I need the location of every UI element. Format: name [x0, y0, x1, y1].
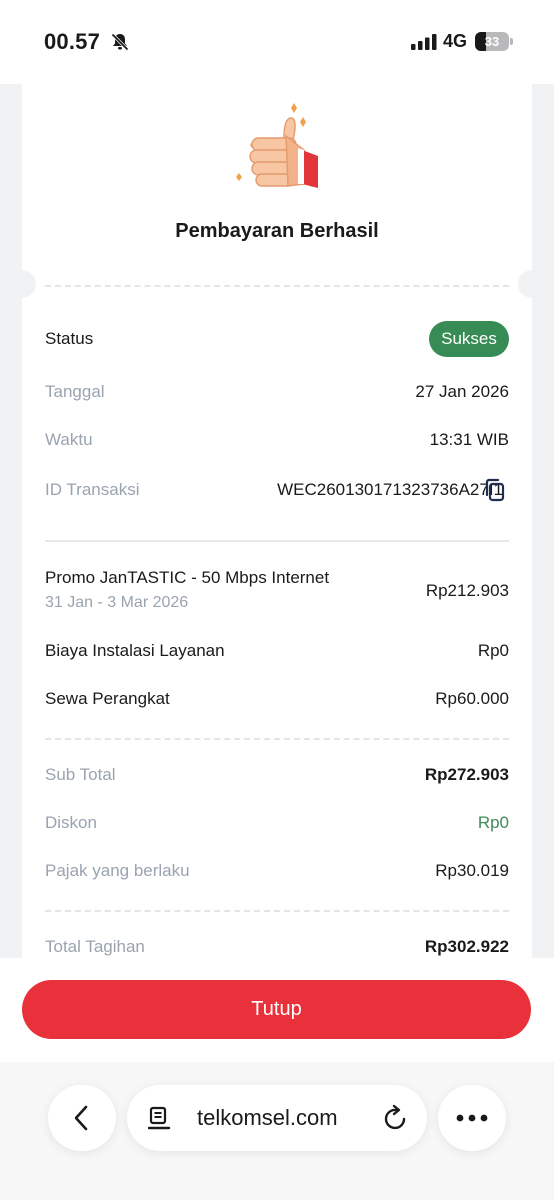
discount-label: Diskon: [45, 813, 97, 832]
bell-mute-icon: [111, 33, 129, 51]
total-value: Rp302.922: [424, 937, 509, 956]
copy-icon[interactable]: [484, 478, 506, 502]
transaction-id-value: WEC260130171323736A27I1: [277, 480, 503, 499]
section-divider: [45, 540, 509, 542]
item-device-rental-value: Rp60.000: [435, 689, 509, 708]
url-text[interactable]: telkomsel.com: [197, 1105, 338, 1131]
ticket-notch-right: [518, 270, 546, 298]
tax-value: Rp30.019: [435, 861, 509, 880]
time-label: Waktu: [45, 430, 93, 449]
close-button[interactable]: Tutup: [22, 980, 531, 1039]
ticket-notch-left: [8, 270, 36, 298]
back-button[interactable]: [48, 1085, 116, 1151]
signal-icon: [411, 34, 437, 50]
discount-value: Rp0: [477, 813, 509, 832]
item-promo-period: 31 Jan - 3 Mar 2026: [45, 594, 189, 611]
reload-icon[interactable]: [383, 1104, 409, 1132]
more-button[interactable]: [438, 1085, 506, 1151]
subtotal-value: Rp272.903: [424, 765, 509, 784]
section-divider: [45, 910, 509, 912]
network-type: 4G: [443, 31, 468, 51]
subtotal-label: Sub Total: [45, 765, 116, 784]
section-divider: [45, 738, 509, 740]
more-icon: [456, 1114, 488, 1122]
ticket-divider: [45, 285, 509, 287]
date-value: 27 Jan 2026: [415, 382, 509, 401]
reader-icon[interactable]: [148, 1106, 172, 1132]
tax-label: Pajak yang berlaku: [45, 861, 190, 880]
status-label: Status: [45, 329, 94, 348]
battery-icon: 33: [475, 32, 513, 51]
receipt-card: [22, 84, 532, 958]
item-installation-value: Rp0: [477, 641, 509, 660]
date-label: Tanggal: [45, 382, 105, 401]
transaction-id-label: ID Transaksi: [45, 480, 140, 499]
item-promo-label: Promo JanTASTIC - 50 Mbps Internet: [45, 568, 330, 587]
thumbs-up-icon: [236, 103, 318, 188]
time-value: 13:31 WIB: [429, 430, 509, 449]
status-bar: 00.57 4G 33: [0, 0, 554, 84]
status-badge: Sukses: [429, 321, 509, 357]
total-label: Total Tagihan: [45, 937, 145, 956]
item-installation-label: Biaya Instalasi Layanan: [45, 641, 225, 660]
item-device-rental-label: Sewa Perangkat: [45, 689, 170, 708]
battery-level: 33: [484, 34, 500, 49]
payment-success-title: Pembayaran Berhasil: [175, 220, 379, 242]
status-time: 00.57: [44, 29, 101, 54]
back-chevron-icon: [74, 1105, 88, 1131]
item-promo-value: Rp212.903: [425, 581, 509, 600]
